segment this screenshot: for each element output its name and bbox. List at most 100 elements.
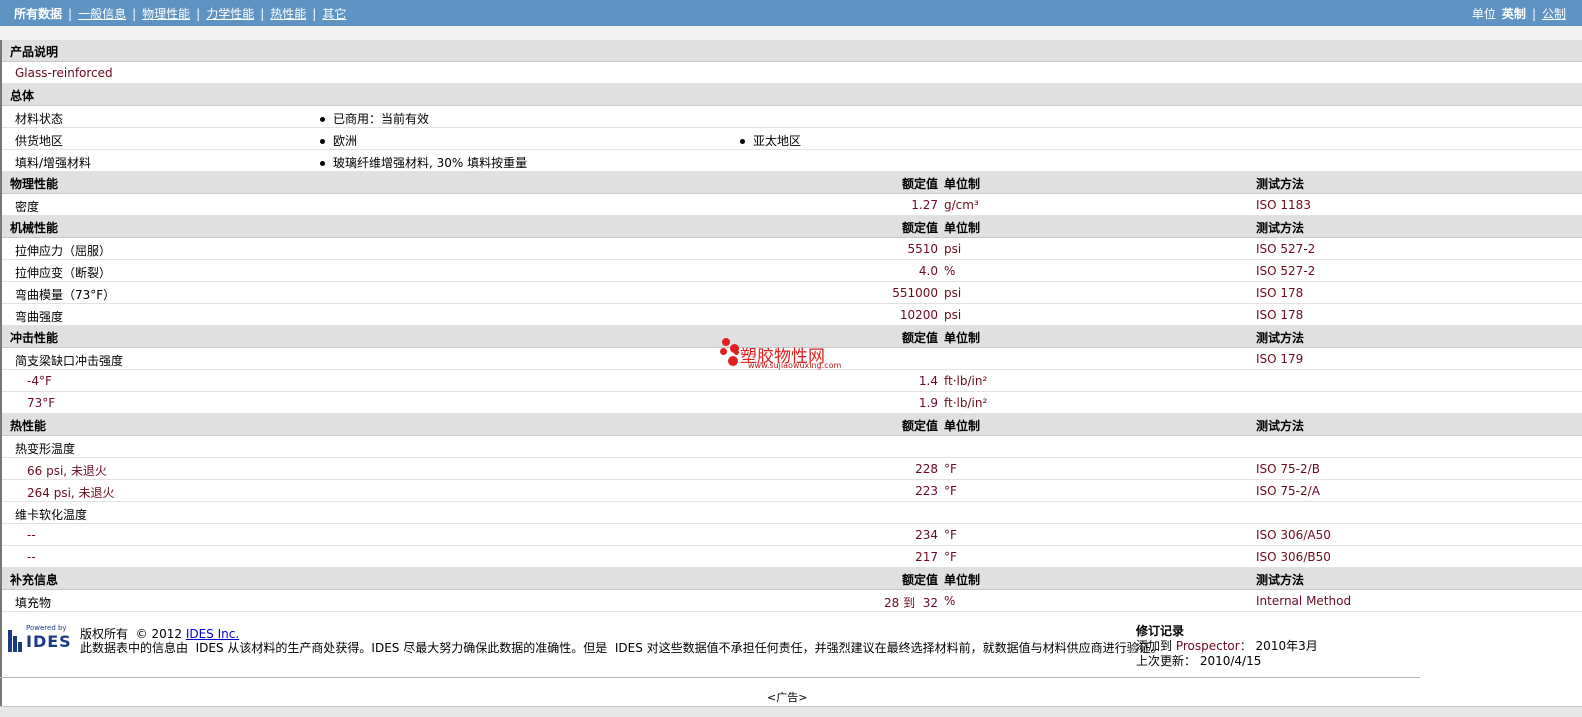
revision-updated: 上次更新： 2010/4/15 xyxy=(1136,654,1262,668)
table-row: 拉伸应变（断裂） 4.0 % ISO 527-2 xyxy=(2,260,1582,282)
table-row: 拉伸应力（屈服） 5510 psi ISO 527-2 xyxy=(2,238,1582,260)
header-test: 测试方法 xyxy=(1256,331,1305,345)
nav-mechanical[interactable]: 力学性能 xyxy=(206,7,254,21)
row-label: 弯曲强度 xyxy=(15,310,64,324)
row-label: -- xyxy=(27,550,36,564)
row-label: -- xyxy=(27,528,36,542)
nav-spacer xyxy=(0,26,1582,41)
nav-other[interactable]: 其它 xyxy=(322,7,346,21)
row-unit: % xyxy=(944,264,956,278)
header-value: 额定值 xyxy=(901,177,938,191)
bottom-scrollbar[interactable] xyxy=(0,706,1582,717)
unit-imperial[interactable]: 英制 xyxy=(1502,7,1526,21)
row-value: 228 xyxy=(915,462,938,476)
nav-physical[interactable]: 物理性能 xyxy=(142,7,190,21)
row-label: 66 psi, 未退火 xyxy=(27,464,107,478)
table-row: 73°F 1.9 ft·lb/in² xyxy=(2,392,1582,414)
row-test: ISO 75-2/B xyxy=(1256,462,1320,476)
row-unit: ft·lb/in² xyxy=(944,374,988,388)
row-value: 1.4 xyxy=(918,374,938,388)
row-unit: psi xyxy=(944,242,962,256)
group-label: 热变形温度 xyxy=(15,442,76,456)
header-test: 测试方法 xyxy=(1256,419,1305,433)
section-header-thermal: 热性能 额定值 单位制 测试方法 xyxy=(2,414,1582,436)
watermark-url: www.sujiaowuxing.com xyxy=(748,361,842,370)
group-label: 简支梁缺口冲击强度 xyxy=(15,354,124,368)
row-unit: ft·lb/in² xyxy=(944,396,988,410)
table-row: 维卡软化温度 xyxy=(2,502,1582,524)
header-unit: 单位制 xyxy=(944,177,981,191)
header-test: 测试方法 xyxy=(1256,177,1305,191)
header-value: 额定值 xyxy=(901,419,938,433)
row-value: 4.0 xyxy=(918,264,938,278)
row-unit: °F xyxy=(944,462,957,476)
table-row: 材料状态 已商用：当前有效 xyxy=(2,106,1582,128)
row-value: 亚太地区 xyxy=(740,132,801,149)
row-label: 填料/增强材料 xyxy=(15,156,92,170)
section-header-general: 总体 xyxy=(2,84,1582,106)
row-value: 1.27 xyxy=(911,198,938,212)
nav-all-data[interactable]: 所有数据 xyxy=(14,7,62,21)
header-test: 测试方法 xyxy=(1256,573,1305,587)
row-label: 密度 xyxy=(15,200,40,214)
revision-title: 修订记录 xyxy=(1136,624,1185,638)
row-test: ISO 306/B50 xyxy=(1256,550,1331,564)
nav-general-info[interactable]: 一般信息 xyxy=(78,7,126,21)
row-label: 供货地区 xyxy=(15,134,64,148)
header-unit: 单位制 xyxy=(944,573,981,587)
unit-metric[interactable]: 公制 xyxy=(1542,7,1566,21)
row-test: ISO 527-2 xyxy=(1256,242,1316,256)
header-value: 额定值 xyxy=(901,221,938,235)
row-test: ISO 178 xyxy=(1256,308,1304,322)
row-value: 5510 xyxy=(907,242,938,256)
row-value: 1.9 xyxy=(918,396,938,410)
watermark-logo: 塑胶物性网 www.sujiaowuxing.com xyxy=(718,336,858,376)
revision-added: 添加到 Prospector： 2010年3月 xyxy=(1136,639,1318,653)
row-unit: psi xyxy=(944,308,962,322)
table-row: 66 psi, 未退火 228 °F ISO 75-2/B xyxy=(2,458,1582,480)
footer: Powered by IDES 版权所有 © 2012 IDES Inc. 此数… xyxy=(0,620,1582,680)
row-value: 28 到 32 xyxy=(884,596,938,610)
product-description: Glass-reinforced xyxy=(15,66,113,80)
row-test: ISO 306/A50 xyxy=(1256,528,1331,542)
row-unit: °F xyxy=(944,484,957,498)
ides-logo: Powered by IDES xyxy=(8,624,74,652)
table-row: 热变形温度 xyxy=(2,436,1582,458)
top-nav-bar: 所有数据 | 一般信息 | 物理性能 | 力学性能 | 热性能 | 其它 单位 英制 | 公制 xyxy=(0,0,1582,26)
row-value: 10200 xyxy=(899,308,938,322)
header-unit: 单位制 xyxy=(944,221,981,235)
row-test: Internal Method xyxy=(1256,594,1352,608)
row-label: 264 psi, 未退火 xyxy=(27,486,115,500)
table-row: 供货地区 欧洲 亚太地区 xyxy=(2,128,1582,150)
header-value: 额定值 xyxy=(901,331,938,345)
row-unit: % xyxy=(944,594,956,608)
row-value: 217 xyxy=(915,550,938,564)
table-row: 密度 1.27 g/cm³ ISO 1183 xyxy=(2,194,1582,216)
table-row: Glass-reinforced xyxy=(2,62,1582,84)
row-label: 73°F xyxy=(27,396,56,410)
table-row: 填料/增强材料 玻璃纤维增强材料, 30% 填料按重量 xyxy=(2,150,1582,172)
row-value: 已商用：当前有效 xyxy=(320,110,429,127)
row-label: 材料状态 xyxy=(15,112,64,126)
table-row: 弯曲模量（73°F） 551000 psi ISO 178 xyxy=(2,282,1582,304)
section-title: 补充信息 xyxy=(10,573,59,587)
table-row: 填充物 28 到 32 % Internal Method xyxy=(2,590,1582,612)
section-title: 总体 xyxy=(10,89,35,103)
row-test: ISO 1183 xyxy=(1256,198,1311,212)
row-test: ISO 178 xyxy=(1256,286,1304,300)
ad-placeholder[interactable]: <广告> xyxy=(767,689,807,705)
header-unit: 单位制 xyxy=(944,331,981,345)
group-label: 维卡软化温度 xyxy=(15,508,88,522)
unit-label: 单位 xyxy=(1471,7,1496,21)
bullet-icon xyxy=(320,161,325,166)
row-value: 234 xyxy=(915,528,938,542)
header-unit: 单位制 xyxy=(944,419,981,433)
logo-text: IDES xyxy=(26,632,72,651)
section-header-physical: 物理性能 额定值 单位制 测试方法 xyxy=(2,172,1582,194)
row-label: 填充物 xyxy=(15,596,52,610)
bullet-icon xyxy=(320,117,325,122)
nav-thermal[interactable]: 热性能 xyxy=(270,7,306,21)
row-unit: psi xyxy=(944,286,962,300)
section-header-mechanical: 机械性能 额定值 单位制 测试方法 xyxy=(2,216,1582,238)
row-unit: g/cm³ xyxy=(944,198,979,212)
